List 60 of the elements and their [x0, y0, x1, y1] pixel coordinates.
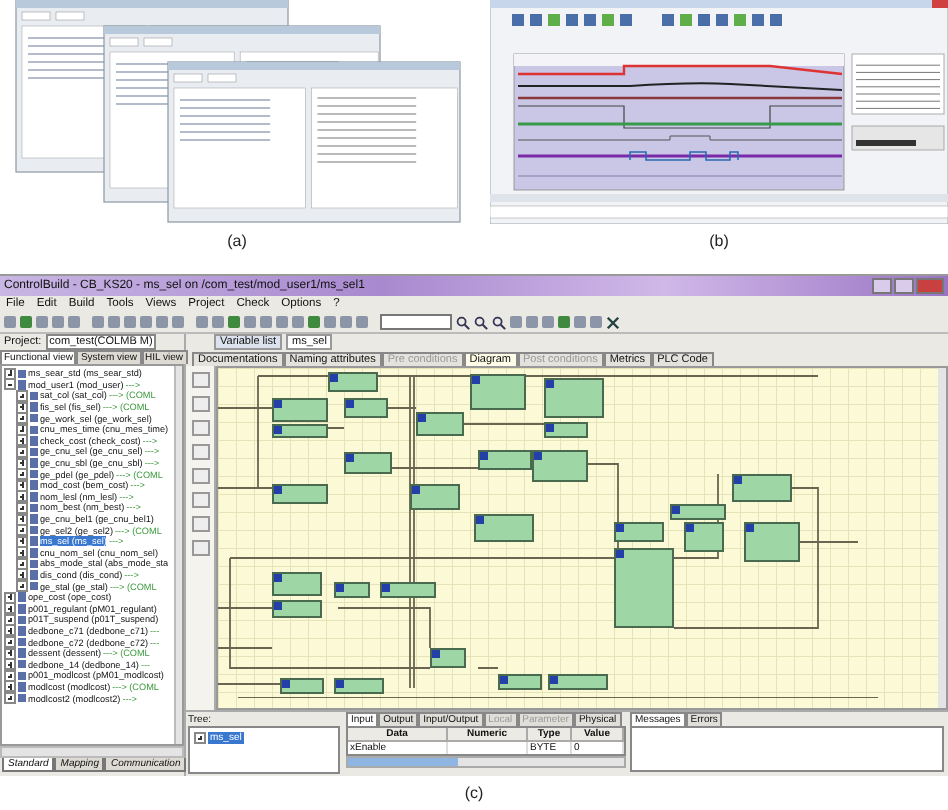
- function-block[interactable]: [474, 514, 534, 542]
- scrollbar[interactable]: [174, 366, 182, 744]
- function-block[interactable]: [684, 522, 724, 552]
- function-block[interactable]: [272, 398, 328, 422]
- expand-toggle[interactable]: [16, 412, 28, 425]
- function-block[interactable]: [544, 378, 604, 418]
- function-block[interactable]: [272, 424, 328, 438]
- function-block[interactable]: [344, 452, 392, 474]
- scrollbar[interactable]: [938, 368, 946, 708]
- zoom-icon[interactable]: [492, 315, 506, 329]
- figure-caption: (b): [709, 232, 729, 252]
- function-block[interactable]: [498, 674, 542, 690]
- expand-toggle[interactable]: [4, 624, 16, 637]
- function-block[interactable]: [670, 504, 726, 520]
- figure-caption: (c): [464, 784, 484, 804]
- maximize-button[interactable]: [894, 278, 914, 294]
- cross-icon[interactable]: [606, 315, 620, 329]
- expand-toggle[interactable]: [4, 658, 16, 671]
- zoom-icon[interactable]: [456, 315, 470, 329]
- function-block[interactable]: [272, 484, 328, 504]
- function-block[interactable]: [334, 582, 370, 598]
- expand-toggle[interactable]: [4, 636, 16, 649]
- expand-toggle[interactable]: [16, 434, 28, 447]
- function-block[interactable]: [548, 674, 608, 690]
- expand-toggle[interactable]: [16, 580, 28, 593]
- function-block[interactable]: [380, 582, 436, 598]
- expand-toggle[interactable]: [4, 367, 16, 380]
- expand-toggle[interactable]: [4, 591, 16, 604]
- zoom-dropdown[interactable]: [380, 314, 452, 330]
- scrollbar[interactable]: [0, 746, 184, 758]
- expand-toggle[interactable]: [16, 490, 28, 503]
- minimize-button[interactable]: [872, 278, 892, 294]
- function-block[interactable]: [280, 678, 324, 694]
- expand-toggle[interactable]: [16, 524, 28, 537]
- expand-toggle[interactable]: [16, 568, 28, 581]
- function-block[interactable]: [334, 678, 384, 694]
- function-block[interactable]: [272, 572, 322, 596]
- expand-toggle[interactable]: [4, 692, 16, 705]
- function-block[interactable]: [614, 548, 674, 628]
- function-block[interactable]: [744, 522, 800, 562]
- expand-toggle[interactable]: [16, 546, 28, 559]
- scrollbar[interactable]: [346, 756, 626, 768]
- expand-toggle[interactable]: [4, 680, 16, 693]
- figure-caption: (a): [227, 232, 247, 252]
- expand-toggle[interactable]: [4, 378, 16, 391]
- function-block[interactable]: [532, 450, 588, 482]
- function-block[interactable]: [328, 372, 378, 392]
- function-block[interactable]: [416, 412, 464, 436]
- function-block[interactable]: [544, 422, 588, 438]
- function-block[interactable]: [478, 450, 532, 470]
- zoom-icon[interactable]: [474, 315, 488, 329]
- function-block[interactable]: [470, 374, 526, 410]
- function-block[interactable]: [272, 600, 322, 618]
- function-block[interactable]: [732, 474, 792, 502]
- function-block[interactable]: [344, 398, 388, 418]
- expand-toggle[interactable]: [16, 468, 28, 481]
- function-block[interactable]: [614, 522, 664, 542]
- function-block[interactable]: [410, 484, 460, 510]
- function-block[interactable]: [430, 648, 466, 668]
- expand-toggle[interactable]: [4, 602, 16, 615]
